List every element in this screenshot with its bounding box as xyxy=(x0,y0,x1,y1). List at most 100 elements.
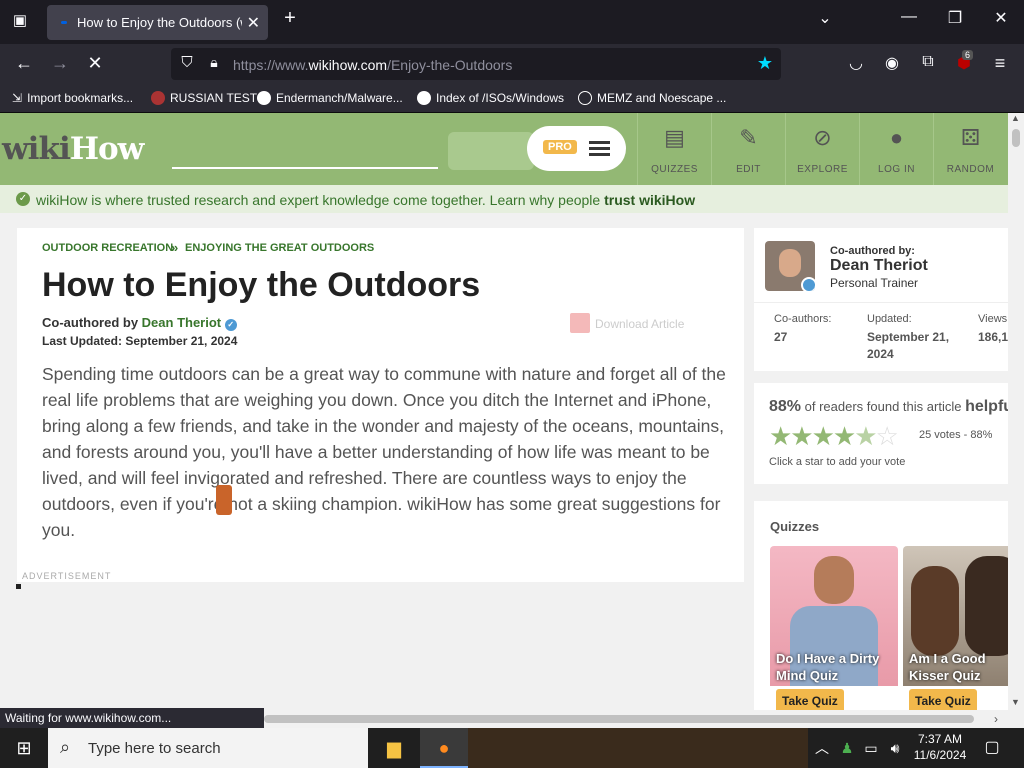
updated-stat: Updated: September 21, 2024 xyxy=(867,313,950,361)
taskbar-clock[interactable]: 7:37 AM 11/6/2024 xyxy=(912,731,968,763)
loading-indicator-icon xyxy=(61,21,67,24)
shield-icon[interactable]: ⛉ xyxy=(175,54,199,71)
maximize-button[interactable]: ❐ xyxy=(940,8,970,28)
take-quiz-button[interactable]: Take Quiz xyxy=(776,689,844,710)
clock-date: 11/6/2024 xyxy=(913,748,967,762)
people-icon[interactable]: ♟ xyxy=(834,728,860,768)
menu-icon[interactable]: ≡ xyxy=(988,53,1012,74)
site-header: wikiHow PRO ▤ QUIZZES ✎ EDIT ⊘ EXPLORE ●… xyxy=(0,113,1008,185)
quiz-image-figure-2 xyxy=(965,556,1008,656)
scroll-up-icon[interactable]: ▲ xyxy=(1011,113,1020,123)
taskbar-background xyxy=(468,728,808,768)
breadcrumb-outdoor-recreation[interactable]: OUTDOOR RECREATION xyxy=(42,242,173,254)
views-stat: Views 186,1 xyxy=(978,313,1008,344)
divider xyxy=(754,302,1008,303)
last-updated: Last Updated: September 21, 2024 xyxy=(42,334,238,348)
author-link[interactable]: Dean Theriot xyxy=(142,315,221,330)
scrollbar-thumb[interactable] xyxy=(1012,129,1020,147)
coauthored-by-label: Co-authored by: xyxy=(830,245,915,257)
google-icon xyxy=(417,91,431,105)
extensions-icon[interactable]: ⧉ xyxy=(916,53,940,71)
network-icon[interactable]: ▭ xyxy=(858,728,884,768)
pocket-icon[interactable]: ◡ xyxy=(844,53,868,73)
quiz-card-good-kisser[interactable]: Am I a Good Kisser Quiz Take Quiz xyxy=(903,546,1008,710)
votes-count: 25 votes - 88% xyxy=(919,429,993,441)
nav-random[interactable]: ⚄ RANDOM xyxy=(933,113,1007,185)
site-search-button[interactable] xyxy=(448,132,534,170)
active-tab[interactable]: How to Enjoy the Outdoors (wit ✕ xyxy=(47,5,268,40)
nav-random-label: RANDOM xyxy=(946,164,995,175)
firefox-icon[interactable]: ● xyxy=(420,728,468,768)
half-star-icon[interactable]: ★ xyxy=(854,421,877,451)
bookmark-memz[interactable]: MEMZ and Noescape ... xyxy=(578,91,726,105)
author-card: Co-authored by: Dean Theriot Personal Tr… xyxy=(754,228,1008,371)
nav-quizzes-label: QUIZZES xyxy=(651,164,698,175)
scroll-right-icon[interactable]: › xyxy=(994,712,998,726)
search-placeholder: Type here to search xyxy=(88,740,221,757)
pro-menu-button[interactable]: PRO xyxy=(527,126,626,171)
dice-icon: ⚄ xyxy=(960,125,981,150)
trust-link[interactable]: trust wikiHow xyxy=(604,192,695,208)
pro-badge: PRO xyxy=(543,140,577,154)
compass-icon: ⊘ xyxy=(813,125,832,150)
pencil-icon: ✎ xyxy=(739,125,758,150)
list-all-tabs-icon[interactable]: ⌄ xyxy=(810,8,840,28)
hamburger-icon-line xyxy=(589,153,610,156)
quiz-card-dirty-mind[interactable]: Do I Have a Dirty Mind Quiz Take Quiz xyxy=(770,546,898,710)
vertical-scrollbar[interactable]: ▲ ▼ xyxy=(1008,113,1024,710)
new-tab-button[interactable]: + xyxy=(275,7,305,30)
horizontal-scrollbar[interactable]: › xyxy=(264,710,1008,728)
star-rating[interactable]: ★★★★★☆ xyxy=(769,421,899,452)
notifications-icon[interactable]: ▢ xyxy=(970,728,1014,768)
advertisement-label: ADVERTISEMENT xyxy=(22,571,112,581)
globe-icon xyxy=(578,91,592,105)
start-button[interactable]: ⊞ xyxy=(0,728,48,768)
tab-list-icon[interactable]: ▣ xyxy=(8,11,32,29)
lock-icon[interactable]: 🔒︎ xyxy=(202,54,226,71)
download-article-button[interactable]: Download Article xyxy=(570,313,684,333)
verified-icon: ✓ xyxy=(224,319,237,331)
nav-edit[interactable]: ✎ EDIT xyxy=(711,113,785,185)
hamburger-icon-line xyxy=(589,147,610,150)
breadcrumb-enjoying-great-outdoors[interactable]: ENJOYING THE GREAT OUTDOORS xyxy=(185,242,374,254)
forward-button[interactable]: → xyxy=(48,53,72,74)
nav-explore[interactable]: ⊘ EXPLORE xyxy=(785,113,859,185)
site-search-input[interactable] xyxy=(172,167,438,169)
rating-card: 88% of readers found this article helpfu… xyxy=(754,383,1008,484)
scroll-down-icon[interactable]: ▼ xyxy=(1011,697,1020,707)
close-window-button[interactable]: ✕ xyxy=(986,8,1016,28)
web-page: wikiHow PRO ▤ QUIZZES ✎ EDIT ⊘ EXPLORE ●… xyxy=(0,113,1008,710)
article-intro-section: OUTDOOR RECREATION » ENJOYING THE GREAT … xyxy=(17,228,744,582)
bookmark-russian-test[interactable]: RUSSIAN TEST xyxy=(151,91,257,105)
star-icon[interactable]: ★★★★ xyxy=(769,421,856,451)
quiz-image-figure xyxy=(814,556,854,604)
helpful-text: 88% of readers found this article helpfu xyxy=(769,398,1008,415)
navigation-toolbar: ← → ✕ ⛉ 🔒︎ https://www.wikihow.com/Enjoy… xyxy=(0,44,1024,85)
nav-quizzes[interactable]: ▤ QUIZZES xyxy=(637,113,711,185)
account-icon[interactable]: ◉ xyxy=(880,53,904,73)
bookmark-import[interactable]: ⇲ Import bookmarks... xyxy=(12,91,133,105)
bookmark-star-icon[interactable]: ★ xyxy=(753,53,777,74)
file-explorer-icon[interactable]: ▆ xyxy=(370,728,418,768)
trust-text: wikiHow is where trusted research and ex… xyxy=(36,192,696,208)
wikihow-logo[interactable]: wikiHow xyxy=(2,131,144,167)
mouse-cursor-icon xyxy=(216,485,232,515)
hscrollbar-thumb[interactable] xyxy=(264,715,974,723)
show-hidden-icons[interactable]: ︿ xyxy=(808,728,836,768)
minimize-button[interactable]: — xyxy=(894,8,924,26)
url-bar[interactable]: ⛉ 🔒︎ https://www.wikihow.com/Enjoy-the-O… xyxy=(171,48,781,80)
author-name[interactable]: Dean Theriot xyxy=(830,257,928,275)
volume-icon[interactable]: 🔊︎ xyxy=(882,728,908,768)
bookmark-isos[interactable]: Index of /ISOs/Windows xyxy=(417,91,564,105)
close-tab-icon[interactable]: ✕ xyxy=(247,13,260,33)
url-text[interactable]: https://www.wikihow.com/Enjoy-the-Outdoo… xyxy=(233,57,512,73)
article-intro-text: Spending time outdoors can be a great wa… xyxy=(42,364,726,540)
bookmark-endermanch[interactable]: Endermanch/Malware... xyxy=(257,91,403,105)
take-quiz-button[interactable]: Take Quiz xyxy=(909,689,977,710)
avatar[interactable] xyxy=(765,241,815,291)
taskbar-search-box[interactable]: ⌕ Type here to search xyxy=(48,728,368,768)
stop-loading-button[interactable]: ✕ xyxy=(83,53,107,74)
back-button[interactable]: ← xyxy=(12,53,36,74)
empty-star-icon[interactable]: ☆ xyxy=(876,421,899,451)
nav-log-in[interactable]: ● LOG IN xyxy=(859,113,933,185)
